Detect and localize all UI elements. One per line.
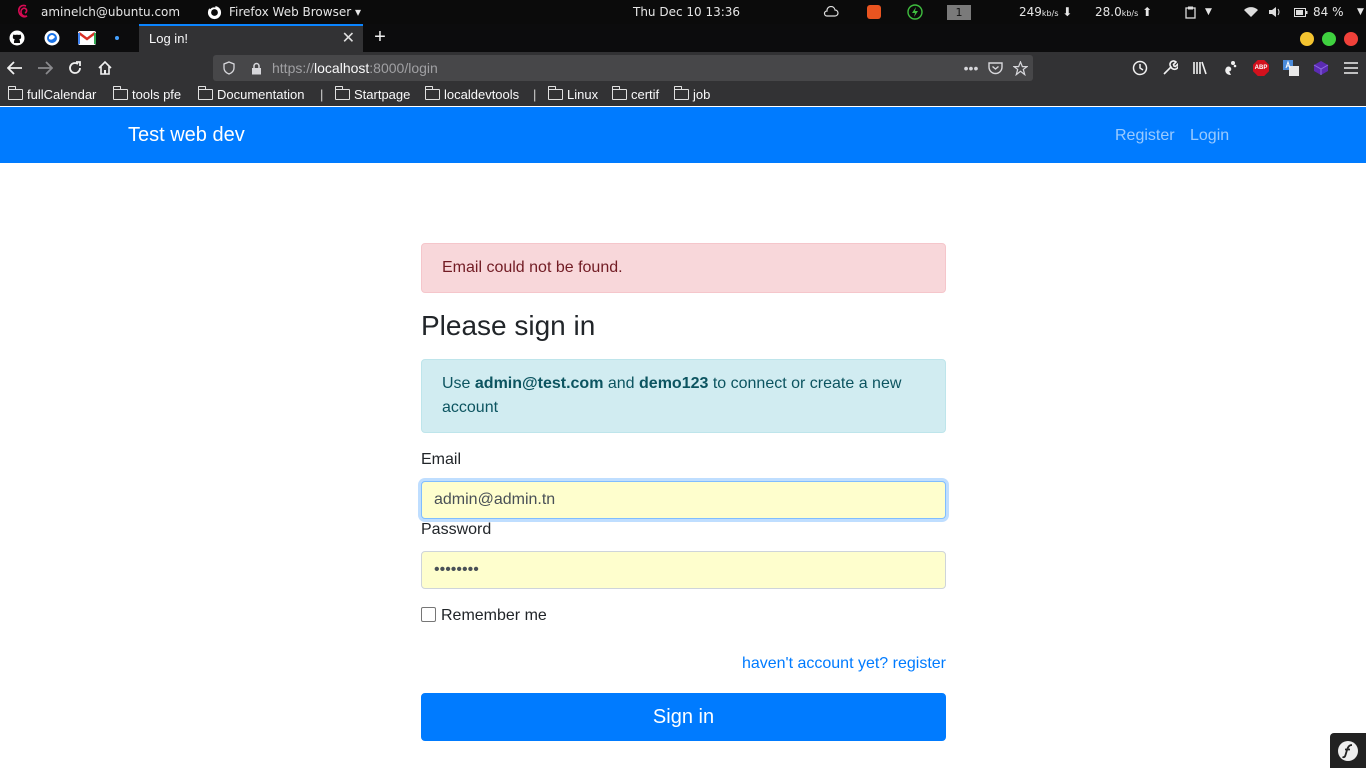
bookmark-folder-linux[interactable]: Linux [547,86,598,102]
bookmark-star-icon[interactable] [1010,58,1030,78]
pinned-tab-attention[interactable] [100,24,134,52]
sign-in-button[interactable]: Sign in [421,693,946,741]
user-email[interactable]: aminelch@ubuntu.com [41,0,180,24]
clock[interactable]: Thu Dec 10 13:36 [633,0,740,24]
close-window-button[interactable] [1344,32,1358,46]
shield-icon[interactable] [219,58,239,78]
system-menu-chevron-down-icon[interactable]: ▼ [1357,0,1364,24]
bookmarks-toolbar: fullCalendar tools pfe Documentation | S… [0,84,1366,106]
bookmark-folder-certif[interactable]: certif [611,86,659,102]
url-bar[interactable]: https://localhost:8000/login ••• [213,55,1033,81]
symfony-toolbar-toggle[interactable] [1330,733,1366,768]
url-text[interactable]: https://localhost:8000/login [272,60,438,76]
password-label: Password [421,521,492,538]
app-menu[interactable]: Firefox Web Browser ▾ [229,0,361,24]
lock-icon[interactable] [246,58,266,78]
bookmark-separator: | [320,87,324,102]
gmail-icon [78,31,96,45]
tab-close-icon[interactable]: ✕ [342,28,355,48]
firefox-icon [206,0,222,24]
nav-login-link[interactable]: Login [1190,127,1229,145]
bookmark-separator: | [533,87,537,102]
gnome-extension-icon[interactable] [1218,56,1242,80]
download-speed: 249kb/s ⬇ [1019,5,1073,19]
volume-icon[interactable] [1267,0,1283,24]
folder-icon [611,86,627,100]
page-actions-menu-icon[interactable]: ••• [961,58,981,78]
site-brand[interactable]: Test web dev [128,124,245,147]
bookmark-folder-startpage[interactable]: Startpage [334,86,410,102]
forward-arrow-icon[interactable] [33,56,57,80]
tab-strip: Log in! ✕ + [0,24,1366,52]
pinned-tab-app[interactable] [35,24,69,52]
demo-password: demo123 [639,375,709,392]
demo-email: admin@test.com [474,375,604,392]
system-top-bar: aminelch@ubuntu.com Firefox Web Browser … [0,0,1366,24]
folder-icon [7,86,23,100]
browser-nav-bar: https://localhost:8000/login ••• ABP [0,52,1366,84]
adblock-plus-icon[interactable]: ABP [1249,56,1273,80]
pinned-tab-github[interactable] [0,24,34,52]
info-alert: Use admin@test.com and demo123 to connec… [421,359,946,433]
bookmark-folder-documentation[interactable]: Documentation [197,86,304,102]
remember-me-checkbox[interactable] [421,607,436,622]
new-tab-plus-icon[interactable]: + [368,24,392,52]
hamburger-menu-icon[interactable] [1339,56,1363,80]
email-label: Email [421,451,462,468]
pocket-icon[interactable] [985,58,1005,78]
home-icon[interactable] [93,56,117,80]
bookmark-folder-localdevtools[interactable]: localdevtools [424,86,519,102]
upload-speed: 28.0kb/s ⬆ [1095,5,1153,19]
clipboard-icon[interactable] [1183,0,1197,24]
wifi-icon[interactable] [1243,0,1259,24]
password-field[interactable]: •••••••• [421,551,946,589]
tab-log-in[interactable]: Log in! ✕ [139,24,363,52]
maximize-button[interactable] [1322,32,1336,46]
library-icon[interactable] [1188,56,1212,80]
clipboard-chevron-down-icon[interactable]: ▼ [1205,0,1212,24]
app-indicator-icon[interactable] [866,0,882,24]
folder-icon [112,86,128,100]
folder-icon [673,86,689,100]
battery-icon[interactable] [1293,0,1309,24]
nav-register-link[interactable]: Register [1115,127,1175,145]
folder-icon [334,86,350,100]
app-logo-icon [44,30,60,46]
minimize-button[interactable] [1300,32,1314,46]
cloud-icon[interactable] [822,0,840,24]
history-icon[interactable] [1128,56,1152,80]
wrench-icon[interactable] [1158,56,1182,80]
symfony-logo-icon [1338,740,1358,761]
power-indicator-icon[interactable] [906,0,924,24]
site-navbar: Test web dev Register Login [0,107,1366,163]
folder-icon [424,86,440,100]
bookmark-folder-job[interactable]: job [673,86,710,102]
error-alert: Email could not be found. [421,243,946,293]
tab-title: Log in! [149,31,189,46]
page-title: Please sign in [421,310,596,341]
page-content: Test web dev Register Login Email could … [0,106,1366,768]
remember-me-label[interactable]: Remember me [441,607,547,625]
workspace-indicator[interactable]: 1 [947,0,971,24]
back-arrow-icon[interactable] [3,56,27,80]
extension-cube-icon[interactable] [1309,56,1333,80]
folder-icon [547,86,563,100]
bookmark-folder-fullcalendar[interactable]: fullCalendar [7,86,96,102]
register-link[interactable]: haven't account yet? register [742,655,946,673]
email-field[interactable] [421,481,946,519]
folder-icon [197,86,213,100]
github-icon [9,30,25,46]
bookmark-folder-tools-pfe[interactable]: tools pfe [112,86,181,102]
translate-icon[interactable] [1279,56,1303,80]
pinned-tab-gmail[interactable] [70,24,104,52]
reload-icon[interactable] [63,56,87,80]
debian-logo-icon[interactable] [16,0,32,24]
battery-percent: 84 % [1313,5,1344,19]
